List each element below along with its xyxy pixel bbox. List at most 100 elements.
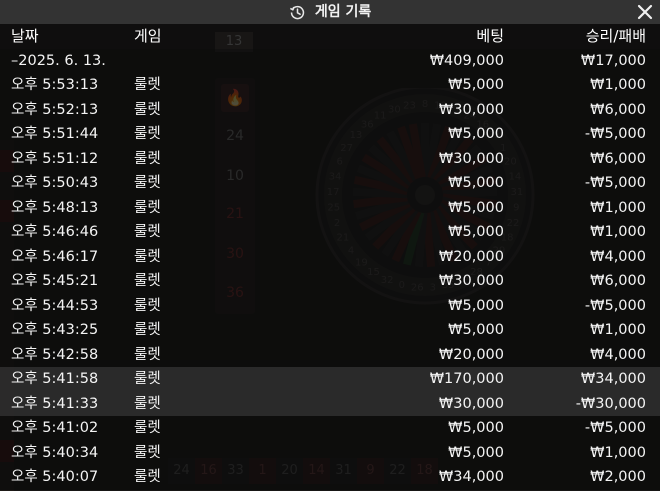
row-time: 오후 5:45:21: [11, 273, 99, 289]
table-row[interactable]: 오후 5:48:13 룰렛 ₩5,000 ₩1,000: [0, 195, 660, 220]
row-game: 룰렛: [134, 371, 161, 387]
table-row[interactable]: 오후 5:50:43 룰렛 ₩5,000 -₩5,000: [0, 171, 660, 196]
title-area: 게임 기록: [0, 0, 660, 24]
row-time: 오후 5:42:58: [11, 346, 99, 363]
row-winloss: ₩1,000: [590, 444, 646, 461]
row-game: 룰렛: [134, 126, 161, 142]
row-game: 룰렛: [134, 273, 161, 289]
row-time: 오후 5:43:25: [11, 322, 99, 338]
row-winloss: ₩6,000: [590, 150, 646, 167]
table-row[interactable]: 오후 5:46:46 룰렛 ₩5,000 ₩1,000: [0, 220, 660, 245]
row-bet: ₩30,000: [438, 273, 504, 289]
row-bet: ₩5,000: [448, 199, 504, 216]
column-header-winloss: 승리/패배: [585, 27, 646, 45]
row-game: 룰렛: [134, 297, 161, 314]
row-time: 오후 5:46:46: [11, 224, 99, 240]
row-time: 오후 5:48:13: [11, 199, 99, 216]
row-bet: ₩34,000: [438, 469, 504, 485]
row-bet: ₩20,000: [438, 248, 504, 265]
table-row[interactable]: 오후 5:45:21 룰렛 ₩30,000 ₩6,000: [0, 269, 660, 294]
row-winloss: -₩5,000: [584, 126, 646, 142]
game-history-table: 날짜 게임 베팅 승리/패배 –2025. 6. 13. ₩409,000 ₩1…: [0, 24, 660, 490]
table-header-row: 날짜 게임 베팅 승리/패배: [0, 24, 660, 49]
table-row[interactable]: 오후 5:41:58 룰렛 ₩170,000 ₩34,000: [0, 367, 660, 392]
row-game: 룰렛: [134, 469, 161, 485]
table-row[interactable]: 오후 5:46:17 룰렛 ₩20,000 ₩4,000: [0, 244, 660, 269]
row-game: 룰렛: [134, 77, 161, 93]
row-winloss: ₩1,000: [590, 199, 646, 216]
dialog-title: 게임 기록: [314, 4, 372, 20]
row-bet: ₩20,000: [438, 346, 504, 363]
row-game: 룰렛: [134, 420, 161, 436]
row-game: 룰렛: [134, 444, 161, 461]
row-game: 룰렛: [134, 101, 161, 118]
row-bet: ₩30,000: [438, 395, 504, 412]
row-winloss: -₩5,000: [584, 175, 646, 191]
table-row[interactable]: 오후 5:42:58 룰렛 ₩20,000 ₩4,000: [0, 342, 660, 367]
row-winloss: ₩6,000: [590, 101, 646, 118]
row-bet: ₩30,000: [438, 101, 504, 118]
row-game: 룰렛: [134, 395, 161, 412]
table-row[interactable]: 오후 5:40:34 룰렛 ₩5,000 ₩1,000: [0, 440, 660, 465]
row-bet: ₩5,000: [448, 420, 504, 436]
row-bet: ₩170,000: [429, 371, 504, 387]
row-bet: ₩5,000: [448, 175, 504, 191]
row-game: 룰렛: [134, 248, 161, 265]
table-row[interactable]: 오후 5:53:13 룰렛 ₩5,000 ₩1,000: [0, 73, 660, 98]
row-time: 오후 5:51:12: [11, 150, 99, 167]
row-time: 오후 5:41:58: [11, 371, 99, 387]
row-winloss: -₩5,000: [584, 420, 646, 436]
column-header-bet: 베팅: [476, 27, 504, 45]
row-game: 룰렛: [134, 150, 161, 167]
table-row[interactable]: 오후 5:51:12 룰렛 ₩30,000 ₩6,000: [0, 146, 660, 171]
column-header-game: 게임: [134, 27, 162, 45]
row-time: 오후 5:51:44: [11, 126, 99, 142]
summary-date: –2025. 6. 13.: [11, 52, 106, 69]
row-winloss: ₩1,000: [590, 77, 646, 93]
row-time: 오후 5:40:07: [11, 469, 99, 485]
row-game: 룰렛: [134, 322, 161, 338]
row-winloss: ₩4,000: [590, 346, 646, 363]
row-winloss: -₩30,000: [575, 395, 646, 412]
row-time: 오후 5:40:34: [11, 444, 99, 461]
summary-bet: ₩409,000: [429, 52, 504, 69]
table-row[interactable]: 오후 5:43:25 룰렛 ₩5,000 ₩1,000: [0, 318, 660, 343]
table-row[interactable]: 오후 5:44:53 룰렛 ₩5,000 -₩5,000: [0, 293, 660, 318]
row-time: 오후 5:50:43: [11, 175, 99, 191]
row-time: 오후 5:44:53: [11, 297, 99, 314]
table-row[interactable]: 오후 5:40:07 룰렛 ₩34,000 ₩2,000: [0, 465, 660, 490]
history-icon: [289, 5, 304, 19]
row-winloss: ₩6,000: [590, 273, 646, 289]
row-winloss: ₩1,000: [590, 322, 646, 338]
dialog-header: 게임 기록: [0, 0, 660, 24]
table-row[interactable]: 오후 5:41:02 룰렛 ₩5,000 -₩5,000: [0, 416, 660, 441]
row-game: 룰렛: [134, 199, 161, 216]
row-bet: ₩5,000: [448, 224, 504, 240]
summary-winloss: ₩17,000: [580, 52, 646, 69]
table-row[interactable]: 오후 5:52:13 룰렛 ₩30,000 ₩6,000: [0, 97, 660, 122]
row-winloss: ₩4,000: [590, 248, 646, 265]
row-bet: ₩5,000: [448, 322, 504, 338]
close-icon[interactable]: [634, 1, 656, 23]
row-time: 오후 5:41:33: [11, 395, 99, 412]
row-time: 오후 5:46:17: [11, 248, 99, 265]
row-game: 룰렛: [134, 224, 161, 240]
row-time: 오후 5:52:13: [11, 101, 99, 118]
row-bet: ₩5,000: [448, 126, 504, 142]
row-bet: ₩5,000: [448, 77, 504, 93]
row-game: 룰렛: [134, 175, 161, 191]
row-bet: ₩5,000: [448, 297, 504, 314]
row-winloss: ₩34,000: [580, 371, 646, 387]
row-winloss: ₩1,000: [590, 224, 646, 240]
table-row[interactable]: 오후 5:51:44 룰렛 ₩5,000 -₩5,000: [0, 122, 660, 147]
table-row[interactable]: 오후 5:41:33 룰렛 ₩30,000 -₩30,000: [0, 391, 660, 416]
row-winloss: ₩2,000: [590, 469, 646, 485]
row-time: 오후 5:41:02: [11, 420, 99, 436]
row-bet: ₩5,000: [448, 444, 504, 461]
row-time: 오후 5:53:13: [11, 77, 99, 93]
column-header-date: 날짜: [11, 27, 39, 45]
date-summary-row[interactable]: –2025. 6. 13. ₩409,000 ₩17,000: [0, 48, 660, 73]
row-game: 룰렛: [134, 346, 161, 363]
row-bet: ₩30,000: [438, 150, 504, 167]
row-winloss: -₩5,000: [584, 297, 646, 314]
